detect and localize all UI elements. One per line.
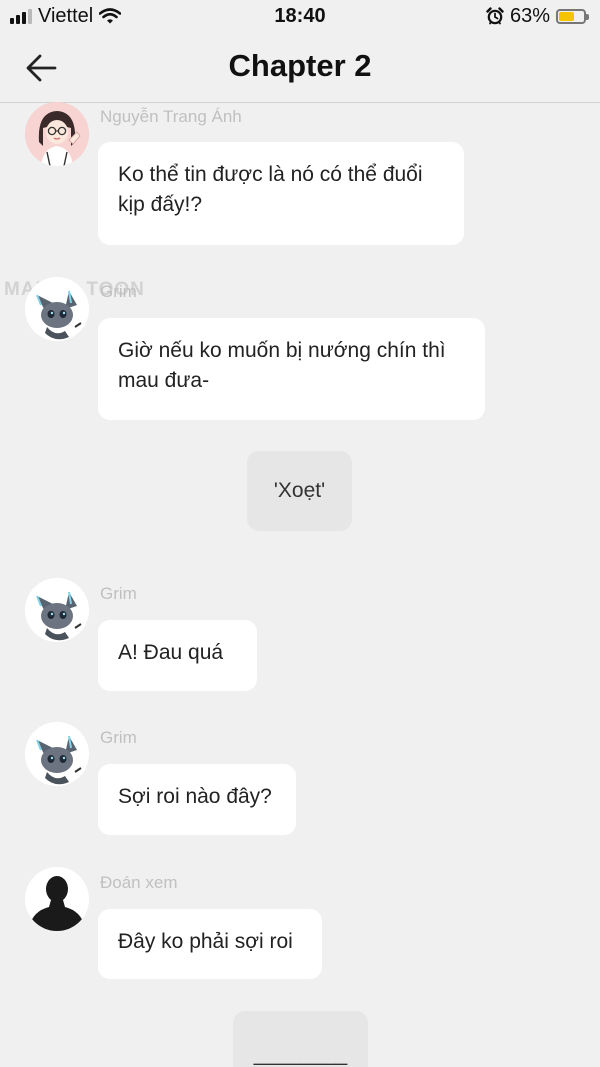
sender-name: Grim	[100, 282, 137, 301]
sender-name: Grim	[100, 584, 137, 603]
battery-fill	[559, 11, 574, 21]
cat-avatar	[25, 578, 89, 642]
cat-avatar-icon	[25, 277, 89, 341]
status-bar: Viettel 18:40 63%	[0, 0, 600, 34]
message-bubble: Ko thể tin được là nó có thể đuổi kịp đấ…	[98, 142, 464, 245]
cat-avatar	[25, 277, 89, 341]
chat-screen: Viettel 18:40 63% Chapter 2 TOON Nguyễn …	[0, 0, 600, 1067]
silhouette-avatar-icon	[25, 867, 89, 931]
narration-bubble: ________	[233, 1011, 368, 1067]
status-right: 63%	[486, 4, 589, 27]
cat-avatar	[25, 722, 89, 786]
sender-name: Grim	[100, 728, 137, 747]
message-bubble: Giờ nếu ko muốn bị nướng chín thì mau đư…	[98, 318, 485, 420]
message-bubble: A! Đau quá	[98, 620, 257, 691]
message-bubble: Đây ko phải sợi roi	[98, 909, 322, 979]
narration-bubble: 'Xoẹt'	[247, 451, 352, 531]
sender-name: Nguyễn Trang Ánh	[100, 107, 242, 126]
silhouette-avatar	[25, 867, 89, 931]
battery-icon	[556, 8, 589, 24]
alarm-icon	[486, 7, 504, 25]
battery-percent: 63%	[509, 4, 550, 27]
girl-avatar	[25, 102, 89, 166]
cat-avatar-icon	[25, 722, 89, 786]
page-title: Chapter 2	[228, 48, 372, 83]
top-nav-bar: Chapter 2	[0, 34, 600, 103]
message-bubble: Sợi roi nào đây?	[98, 764, 296, 835]
cat-avatar-icon	[25, 578, 89, 642]
girl-avatar-icon	[25, 102, 89, 166]
sender-name: Đoán xem	[100, 873, 178, 892]
